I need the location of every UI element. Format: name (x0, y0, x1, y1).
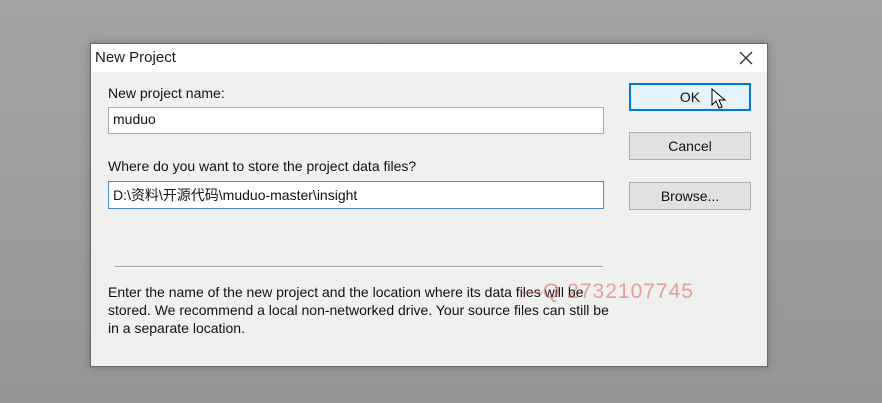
browse-button[interactable]: Browse... (629, 182, 751, 210)
location-input[interactable]: D:\资料\开源代码\muduo-master\insight (108, 181, 604, 209)
dialog-title: New Project (95, 49, 176, 66)
separator-line (115, 266, 603, 268)
close-button[interactable] (731, 46, 761, 70)
project-name-input[interactable]: muduo (108, 107, 604, 134)
location-label: Where do you want to store the project d… (108, 158, 417, 174)
title-bar[interactable]: New Project (91, 44, 767, 72)
watermark-text: —Q 2732107745 (521, 280, 694, 303)
new-project-dialog: New Project New project name: muduo Wher… (90, 43, 768, 367)
cancel-button[interactable]: Cancel (629, 132, 751, 160)
close-icon (739, 51, 753, 65)
project-name-label: New project name: (108, 85, 225, 101)
ok-button[interactable]: OK (629, 83, 751, 111)
mouse-pointer-icon (711, 88, 727, 109)
